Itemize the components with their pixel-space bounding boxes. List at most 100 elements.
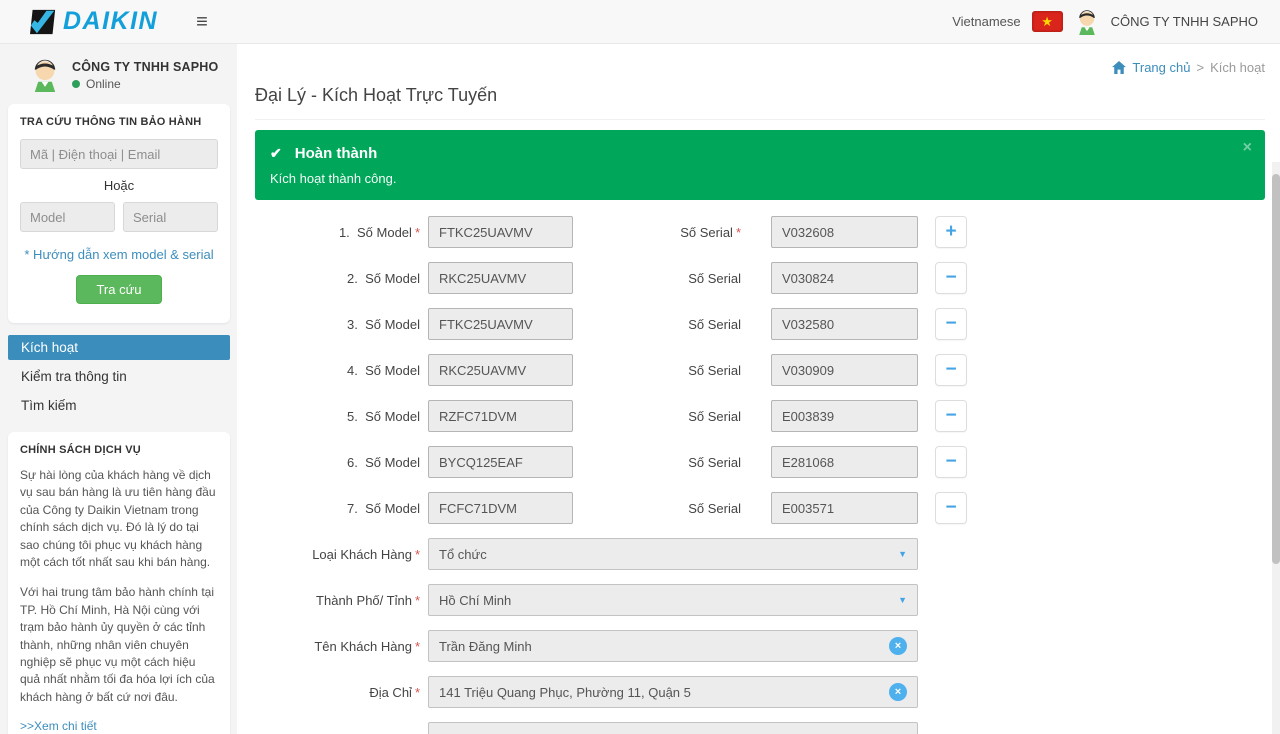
field-row-partial	[255, 722, 1265, 734]
model-input[interactable]	[428, 400, 573, 432]
add-row-button[interactable]: +	[935, 216, 967, 248]
alert-close-icon[interactable]: ×	[1243, 140, 1252, 156]
model-input[interactable]	[428, 216, 573, 248]
required-mark: *	[415, 547, 420, 562]
model-input[interactable]	[428, 354, 573, 386]
device-row: 2. Số ModelSố Serial−	[255, 262, 1265, 294]
field-value: 141 Triệu Quang Phục, Phường 11, Quận 5	[439, 685, 691, 700]
scrollbar-thumb[interactable]	[1272, 174, 1280, 564]
remove-row-button[interactable]: −	[935, 400, 967, 432]
model-input[interactable]	[428, 262, 573, 294]
required-mark: *	[415, 639, 420, 654]
device-row: 6. Số ModelSố Serial−	[255, 446, 1265, 478]
daikin-logo-mark	[30, 9, 56, 35]
language-label[interactable]: Vietnamese	[952, 14, 1020, 29]
policy-paragraph: Sự hài lòng của khách hàng về dịch vụ sa…	[20, 467, 218, 571]
model-label: 7. Số Model	[255, 501, 420, 516]
alert-title: Hoàn thành	[295, 145, 378, 162]
sidebar-user-avatar	[28, 58, 62, 92]
device-row: 5. Số ModelSố Serial−	[255, 400, 1265, 432]
alert-message: Kích hoạt thành công.	[270, 171, 1250, 186]
model-label: 6. Số Model	[255, 455, 420, 470]
brand-text: DAIKIN	[63, 7, 158, 36]
sidebar-item[interactable]: Kích hoạt	[8, 335, 230, 360]
serial-input[interactable]	[771, 354, 918, 386]
or-label: Hoặc	[20, 178, 218, 193]
warranty-lookup-card: TRA CỨU THÔNG TIN BẢO HÀNH Hoặc * Hướng …	[8, 104, 230, 323]
clear-icon[interactable]: ×	[889, 637, 907, 655]
daikin-logo[interactable]: DAIKIN	[30, 7, 158, 36]
field-label: Địa Chỉ*	[255, 685, 420, 700]
remove-row-button[interactable]: −	[935, 492, 967, 524]
device-row: 3. Số ModelSố Serial−	[255, 308, 1265, 340]
serial-label: Số Serial	[573, 363, 741, 378]
model-input[interactable]	[428, 446, 573, 478]
field-label: Tên Khách Hàng*	[255, 639, 420, 654]
serial-input[interactable]	[771, 262, 918, 294]
field-select[interactable]: Tổ chức▼	[428, 538, 918, 570]
serial-input[interactable]	[771, 492, 918, 524]
field-row: Thành Phố/ Tỉnh* Hồ Chí Minh ▼	[255, 584, 1265, 616]
breadcrumb-home-link[interactable]: Trang chủ	[1132, 60, 1190, 75]
serial-label: Số Serial*	[573, 225, 741, 240]
serial-input[interactable]	[771, 216, 918, 248]
field-input[interactable]: 141 Triệu Quang Phục, Phường 11, Quận 5 ×	[428, 676, 918, 708]
required-mark: *	[736, 225, 741, 240]
main-scrollbar[interactable]	[1272, 162, 1280, 734]
sidebar-item[interactable]: Kiểm tra thông tin	[8, 364, 230, 389]
model-serial-guide-link[interactable]: * Hướng dẫn xem model & serial	[20, 247, 218, 262]
policy-link[interactable]: >>Xem chi tiết	[20, 719, 218, 733]
menu-toggle-icon[interactable]: ≡	[196, 12, 208, 32]
sidebar: CÔNG TY TNHH SAPHO Online TRA CỨU THÔNG …	[0, 44, 237, 734]
check-icon: ✔	[270, 145, 282, 162]
policy-heading: CHÍNH SÁCH DỊCH VỤ	[20, 444, 218, 456]
chevron-down-icon: ▼	[898, 595, 907, 605]
lookup-search-button[interactable]: Tra cứu	[76, 275, 161, 304]
lookup-heading: TRA CỨU THÔNG TIN BẢO HÀNH	[20, 116, 218, 128]
page-title: Đại Lý - Kích Hoạt Trực Tuyến	[255, 85, 1265, 120]
field-value: Trần Đăng Minh	[439, 639, 532, 654]
lookup-model-input[interactable]	[20, 202, 115, 232]
sidebar-user-name: CÔNG TY TNHH SAPHO	[72, 60, 218, 74]
vietnam-flag-icon[interactable]: ★	[1032, 11, 1063, 32]
online-status-dot	[72, 80, 80, 88]
lookup-code-input[interactable]	[20, 139, 218, 169]
field-label: Thành Phố/ Tỉnh*	[255, 593, 420, 608]
field-value: Hồ Chí Minh	[439, 593, 511, 608]
service-policy-card: CHÍNH SÁCH DỊCH VỤ Sự hài lòng của khách…	[8, 432, 230, 734]
sidebar-user-panel: CÔNG TY TNHH SAPHO Online	[8, 52, 230, 104]
remove-row-button[interactable]: −	[935, 308, 967, 340]
model-label: 5. Số Model	[255, 409, 420, 424]
field-select[interactable]: Hồ Chí Minh ▼	[428, 584, 918, 616]
required-mark: *	[415, 685, 420, 700]
clear-icon[interactable]: ×	[889, 683, 907, 701]
breadcrumb: Trang chủ > Kích hoạt	[255, 60, 1265, 75]
serial-label: Số Serial	[573, 271, 741, 286]
home-icon[interactable]	[1112, 61, 1126, 74]
model-input[interactable]	[428, 492, 573, 524]
sidebar-item[interactable]: Tìm kiếm	[8, 393, 230, 418]
lookup-serial-input[interactable]	[123, 202, 218, 232]
field-row: Loại Khách Hàng*Tổ chức▼	[255, 538, 1265, 570]
serial-input[interactable]	[771, 308, 918, 340]
field-row: Tên Khách Hàng* Trần Đăng Minh ×	[255, 630, 1265, 662]
remove-row-button[interactable]: −	[935, 354, 967, 386]
field-input[interactable]: Trần Đăng Minh ×	[428, 630, 918, 662]
required-mark: *	[415, 225, 420, 240]
device-row: 1. Số Model*Số Serial*+	[255, 216, 1265, 248]
topbar-user-name[interactable]: CÔNG TY TNHH SAPHO	[1111, 14, 1258, 29]
success-alert: × ✔ Hoàn thành Kích hoạt thành công.	[255, 130, 1265, 200]
field-input[interactable]	[428, 722, 918, 734]
serial-input[interactable]	[771, 400, 918, 432]
activation-form: 1. Số Model*Số Serial*+2. Số ModelSố Ser…	[255, 216, 1265, 734]
field-row: Địa Chỉ* 141 Triệu Quang Phục, Phường 11,…	[255, 676, 1265, 708]
model-input[interactable]	[428, 308, 573, 340]
user-avatar[interactable]	[1074, 9, 1100, 35]
remove-row-button[interactable]: −	[935, 262, 967, 294]
serial-input[interactable]	[771, 446, 918, 478]
policy-paragraph: Với hai trung tâm bảo hành chính tại TP.…	[20, 584, 218, 706]
remove-row-button[interactable]: −	[935, 446, 967, 478]
main-content: Trang chủ > Kích hoạt Đại Lý - Kích Hoạt…	[237, 44, 1280, 734]
flag-star: ★	[1041, 15, 1053, 28]
serial-label: Số Serial	[573, 317, 741, 332]
